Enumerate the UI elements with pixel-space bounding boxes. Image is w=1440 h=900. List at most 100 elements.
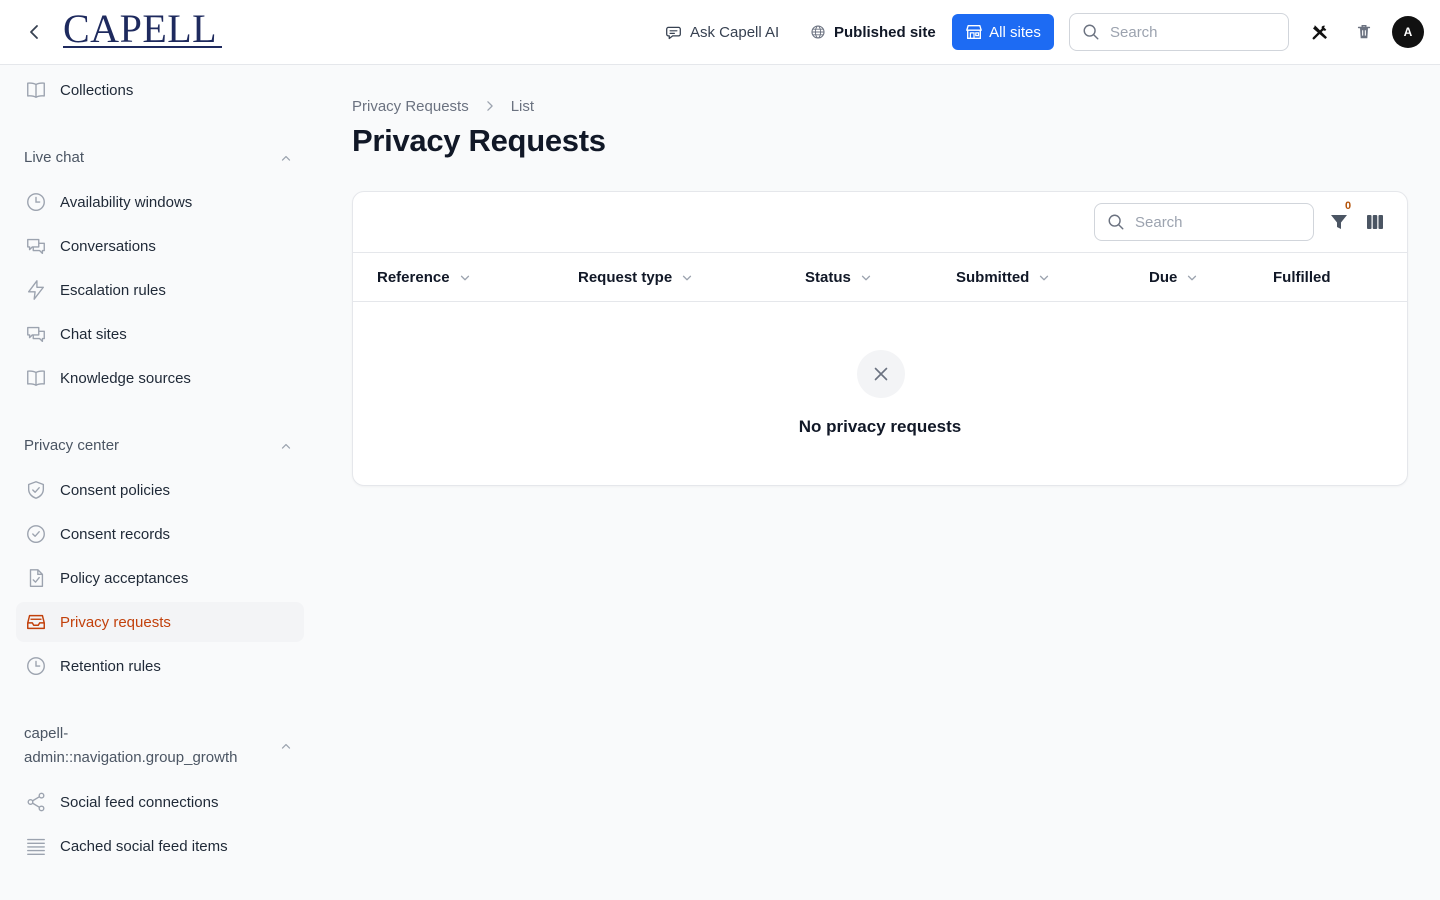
sidebar-item-social-feed-connections[interactable]: Social feed connections xyxy=(16,782,304,822)
chevron-up-icon xyxy=(281,155,291,161)
chevron-down-icon xyxy=(1040,275,1049,280)
globe-icon xyxy=(811,25,825,39)
column-header-status[interactable]: Status xyxy=(805,253,873,302)
group-label-live-chat: Live chat xyxy=(24,149,85,166)
published-site-label: Published site xyxy=(834,23,936,41)
table-card: 0 Reference Request type Status Submitte… xyxy=(352,191,1408,486)
book-icon xyxy=(24,366,48,390)
clock-icon xyxy=(24,190,48,214)
column-header-due[interactable]: Due xyxy=(1149,253,1199,302)
sidebar-item-escalation-rules[interactable]: Escalation rules xyxy=(16,270,304,310)
empty-state-text: No privacy requests xyxy=(798,417,962,436)
top-bar: CAPELL Ask Capell AI Published site All … xyxy=(0,0,1440,65)
table-toolbar: 0 xyxy=(353,192,1407,253)
filter-count-badge: 0 xyxy=(1345,200,1352,212)
sidebar-item-label: Consent policies xyxy=(60,481,171,499)
ask-ai-label: Ask Capell AI xyxy=(690,23,780,41)
sidebar-item-knowledge-sources[interactable]: Knowledge sources xyxy=(16,358,304,398)
sidebar-item-label: Policy acceptances xyxy=(60,569,189,587)
ask-ai-button[interactable]: Ask Capell AI xyxy=(665,20,779,44)
sidebar-item-label: Social feed connections xyxy=(60,793,219,811)
empty-state-icon xyxy=(857,350,905,398)
global-search[interactable] xyxy=(1069,13,1289,51)
columns-button[interactable] xyxy=(1364,211,1386,233)
published-site-link[interactable]: Published site xyxy=(810,20,936,44)
chevron-up-icon xyxy=(281,743,291,749)
sidebar-item-label: Escalation rules xyxy=(60,281,166,299)
sidebar-item-label: Consent records xyxy=(60,525,171,543)
breadcrumb-item-list: List xyxy=(510,97,535,115)
search-icon xyxy=(1083,24,1099,40)
clock-icon xyxy=(24,654,48,678)
sidebar-item-privacy-requests[interactable]: Privacy requests xyxy=(16,602,304,642)
building-storefront-icon xyxy=(966,25,983,39)
sidebar: Collections Live chat Availability windo… xyxy=(0,65,320,900)
logo-underline xyxy=(63,46,222,48)
check-circle-icon xyxy=(24,522,48,546)
filter-button[interactable] xyxy=(1328,211,1350,233)
column-header-submitted[interactable]: Submitted xyxy=(956,253,1051,302)
column-header-label: Due xyxy=(1149,269,1178,286)
chevron-down-icon xyxy=(683,275,692,280)
sidebar-item-label: Knowledge sources xyxy=(60,369,191,387)
shield-check-icon xyxy=(24,478,48,502)
collapse-growth-button[interactable] xyxy=(278,738,294,754)
share-icon xyxy=(24,790,48,814)
table-search[interactable] xyxy=(1094,203,1314,241)
chevron-left-icon xyxy=(30,25,38,39)
table-search-input[interactable] xyxy=(1135,213,1295,231)
chat-bubble-icon xyxy=(666,26,681,39)
sidebar-item-label: Retention rules xyxy=(60,657,161,675)
table-header: Reference Request type Status Submitted … xyxy=(353,253,1407,302)
all-sites-button[interactable]: All sites xyxy=(952,14,1054,50)
column-header-label: Request type xyxy=(578,269,673,286)
sidebar-item-collections[interactable]: Collections xyxy=(16,70,304,110)
back-button[interactable] xyxy=(22,20,46,44)
all-sites-label: All sites xyxy=(989,23,1041,41)
bolt-icon xyxy=(24,278,48,302)
tools-button[interactable] xyxy=(1308,20,1332,44)
sidebar-item-label: Privacy requests xyxy=(60,613,171,631)
sidebar-item-chat-sites[interactable]: Chat sites xyxy=(16,314,304,354)
sidebar-item-label: Cached social feed items xyxy=(60,837,228,855)
chevron-right-icon xyxy=(483,99,497,113)
collapse-live-chat-button[interactable] xyxy=(278,150,294,166)
chat-bubbles-icon xyxy=(24,234,48,258)
queue-list-icon xyxy=(24,834,48,858)
chevron-down-icon xyxy=(861,275,870,280)
breadcrumb: Privacy Requests List xyxy=(352,96,534,116)
page-title: Privacy Requests xyxy=(352,123,606,158)
sidebar-item-conversations[interactable]: Conversations xyxy=(16,226,304,266)
sidebar-item-availability-windows[interactable]: Availability windows xyxy=(16,182,304,222)
collapse-privacy-center-button[interactable] xyxy=(278,438,294,454)
sidebar-item-retention-rules[interactable]: Retention rules xyxy=(16,646,304,686)
sidebar-item-cached-social-feed-items[interactable]: Cached social feed items xyxy=(16,826,304,866)
sidebar-item-label: Availability windows xyxy=(60,193,193,211)
column-header-reference[interactable]: Reference xyxy=(377,253,472,302)
group-label-growth: capell-admin::navigation.group_growth xyxy=(24,725,238,766)
column-header-label: Fulfilled xyxy=(1273,269,1331,286)
search-icon xyxy=(1108,214,1124,230)
chevron-up-icon xyxy=(281,443,291,449)
group-label-privacy-center: Privacy center xyxy=(24,437,120,454)
column-header-label: Submitted xyxy=(956,269,1030,286)
chevron-down-icon xyxy=(460,275,469,280)
sidebar-item-consent-records[interactable]: Consent records xyxy=(16,514,304,554)
view-columns-icon xyxy=(1367,215,1383,229)
sidebar-item-label: Collections xyxy=(60,81,134,99)
logo[interactable]: CAPELL xyxy=(63,9,217,49)
book-icon xyxy=(24,78,48,102)
column-header-request-type[interactable]: Request type xyxy=(578,253,694,302)
avatar[interactable]: A xyxy=(1392,16,1424,48)
x-mark-icon xyxy=(874,367,888,381)
funnel-icon xyxy=(1331,215,1347,229)
trash-button[interactable] xyxy=(1352,20,1376,44)
sidebar-item-policy-acceptances[interactable]: Policy acceptances xyxy=(16,558,304,598)
column-header-fulfilled: Fulfilled xyxy=(1273,253,1331,302)
document-check-icon xyxy=(24,566,48,590)
inbox-stack-icon xyxy=(24,610,48,634)
global-search-input[interactable] xyxy=(1110,23,1270,41)
breadcrumb-item-privacy-requests[interactable]: Privacy Requests xyxy=(352,98,469,115)
sidebar-item-label: Conversations xyxy=(60,237,156,255)
sidebar-item-consent-policies[interactable]: Consent policies xyxy=(16,470,304,510)
